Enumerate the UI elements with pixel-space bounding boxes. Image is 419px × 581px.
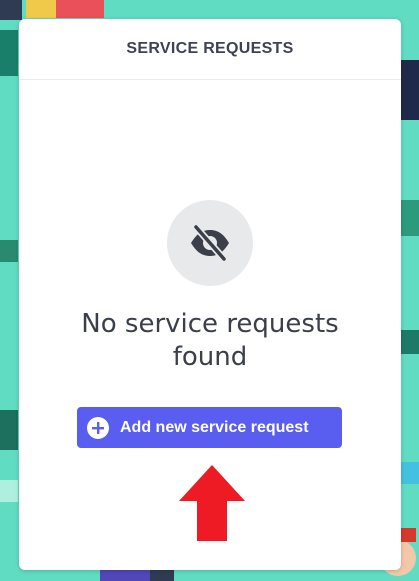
- panel-title: SERVICE REQUESTS: [126, 40, 294, 57]
- panel-header: SERVICE REQUESTS: [19, 19, 401, 80]
- empty-state-message: No service requests found: [81, 309, 339, 372]
- red-up-arrow-icon: [179, 465, 245, 541]
- service-requests-panel: SERVICE REQUESTS No service requests fou…: [19, 19, 401, 570]
- add-service-request-label: Add new service request: [120, 418, 309, 436]
- plus-circle-icon: [87, 416, 109, 439]
- eye-slash-icon: [167, 200, 253, 286]
- eye-slash-icon-svg: [191, 223, 229, 263]
- add-service-request-button[interactable]: Add new service request: [77, 407, 342, 448]
